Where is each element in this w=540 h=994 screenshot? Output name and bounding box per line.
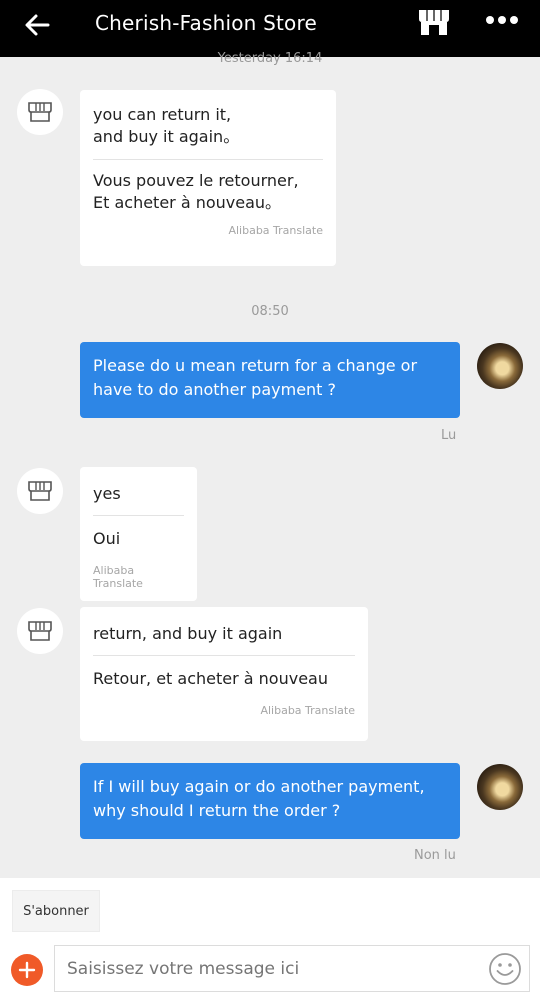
user-avatar[interactable] xyxy=(477,764,523,810)
store-icon xyxy=(28,621,52,641)
store-avatar[interactable] xyxy=(17,608,63,654)
message-bubble-outgoing: Please do u mean return for a change or … xyxy=(80,342,460,418)
message-translation-text: Vous pouvez le retourner, Et acheter à n… xyxy=(93,171,299,212)
message-input[interactable] xyxy=(54,945,530,992)
translation-credit: Alibaba Translate xyxy=(260,704,355,717)
message-translation-text: Retour, et acheter à nouveau xyxy=(93,669,328,688)
top-bar: Cherish-Fashion Store xyxy=(0,0,540,57)
store-icon xyxy=(28,481,52,501)
back-arrow-icon[interactable] xyxy=(20,8,54,42)
translation-credit: Alibaba Translate xyxy=(93,564,143,590)
subscribe-button[interactable]: S'abonner xyxy=(12,890,100,932)
store-icon[interactable] xyxy=(416,7,452,37)
divider xyxy=(93,159,323,160)
more-icon[interactable] xyxy=(484,14,520,26)
timestamp: 08:50 xyxy=(251,304,289,319)
message-bubble-outgoing: If I will buy again or do another paymen… xyxy=(80,763,460,839)
message-original-text: return, and buy it again xyxy=(93,624,283,643)
timestamp: Yesterday 16:14 xyxy=(217,51,323,66)
message-bubble-incoming: yes Oui Alibaba Translate xyxy=(80,467,197,601)
plus-icon xyxy=(18,961,36,979)
divider xyxy=(93,655,355,656)
user-avatar[interactable] xyxy=(477,343,523,389)
message-original-text: yes xyxy=(93,484,121,503)
divider xyxy=(93,515,184,516)
message-original-text: you can return it, and buy it again。 xyxy=(93,105,240,146)
page-title: Cherish-Fashion Store xyxy=(95,11,317,35)
add-button[interactable] xyxy=(11,954,43,986)
store-icon xyxy=(28,102,52,122)
store-avatar[interactable] xyxy=(17,468,63,514)
message-bubble-incoming: you can return it, and buy it again。 Vou… xyxy=(80,90,336,266)
read-status: Lu xyxy=(441,428,457,443)
message-bubble-incoming: return, and buy it again Retour, et ache… xyxy=(80,607,368,741)
emoji-icon[interactable] xyxy=(488,952,522,986)
read-status: Non lu xyxy=(414,848,456,863)
translation-credit: Alibaba Translate xyxy=(228,224,323,237)
store-avatar[interactable] xyxy=(17,89,63,135)
message-translation-text: Oui xyxy=(93,529,121,548)
